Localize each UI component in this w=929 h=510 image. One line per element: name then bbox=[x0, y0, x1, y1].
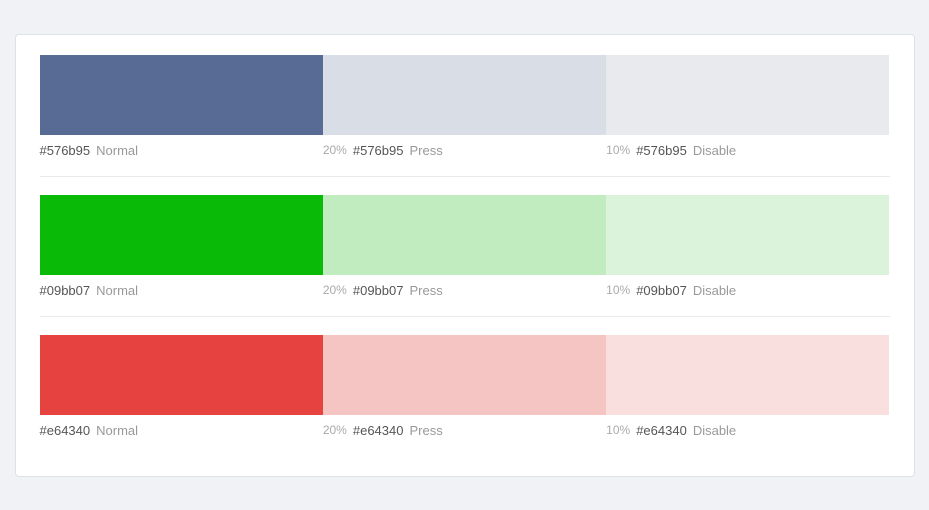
state-red-disable: Disable bbox=[693, 423, 736, 438]
swatches-red bbox=[40, 335, 890, 415]
label-group-red-normal: #e64340 Normal bbox=[40, 423, 323, 438]
label-group-green-disable: 10% #09bb07 Disable bbox=[606, 283, 889, 298]
hex-blue-normal: #576b95 bbox=[40, 143, 91, 158]
label-group-blue-normal: #576b95 Normal bbox=[40, 143, 323, 158]
swatches-green bbox=[40, 195, 890, 275]
labels-blue: #576b95 Normal 20% #576b95 Press 10% #57… bbox=[40, 143, 890, 158]
pct-green-press: 20% bbox=[323, 283, 347, 297]
swatch-red-disable bbox=[606, 335, 889, 415]
pct-red-disable: 10% bbox=[606, 423, 630, 437]
swatch-blue-disable bbox=[606, 55, 889, 135]
swatch-green-disable bbox=[606, 195, 889, 275]
state-red-normal: Normal bbox=[96, 423, 138, 438]
hex-green-press: #09bb07 bbox=[353, 283, 404, 298]
hex-green-normal: #09bb07 bbox=[40, 283, 91, 298]
state-red-press: Press bbox=[409, 423, 442, 438]
hex-red-normal: #e64340 bbox=[40, 423, 91, 438]
swatch-green-normal bbox=[40, 195, 323, 275]
swatch-blue-press bbox=[323, 55, 606, 135]
hex-red-disable: #e64340 bbox=[636, 423, 687, 438]
swatch-blue-normal bbox=[40, 55, 323, 135]
state-blue-press: Press bbox=[409, 143, 442, 158]
swatch-red-normal bbox=[40, 335, 323, 415]
label-group-blue-disable: 10% #576b95 Disable bbox=[606, 143, 889, 158]
hex-green-disable: #09bb07 bbox=[636, 283, 687, 298]
color-row-green: #09bb07 Normal 20% #09bb07 Press 10% #09… bbox=[40, 195, 890, 298]
color-row-blue: #576b95 Normal 20% #576b95 Press 10% #57… bbox=[40, 55, 890, 158]
labels-green: #09bb07 Normal 20% #09bb07 Press 10% #09… bbox=[40, 283, 890, 298]
label-group-green-press: 20% #09bb07 Press bbox=[323, 283, 606, 298]
swatch-green-press bbox=[323, 195, 606, 275]
label-group-green-normal: #09bb07 Normal bbox=[40, 283, 323, 298]
pct-blue-disable: 10% bbox=[606, 143, 630, 157]
labels-red: #e64340 Normal 20% #e64340 Press 10% #e6… bbox=[40, 423, 890, 438]
hex-red-press: #e64340 bbox=[353, 423, 404, 438]
divider-2 bbox=[40, 316, 890, 317]
state-green-normal: Normal bbox=[96, 283, 138, 298]
state-green-press: Press bbox=[409, 283, 442, 298]
state-blue-disable: Disable bbox=[693, 143, 736, 158]
label-group-red-press: 20% #e64340 Press bbox=[323, 423, 606, 438]
color-palette-container: #576b95 Normal 20% #576b95 Press 10% #57… bbox=[15, 34, 915, 477]
pct-blue-press: 20% bbox=[323, 143, 347, 157]
hex-blue-press: #576b95 bbox=[353, 143, 404, 158]
pct-red-press: 20% bbox=[323, 423, 347, 437]
state-green-disable: Disable bbox=[693, 283, 736, 298]
swatch-red-press bbox=[323, 335, 606, 415]
label-group-red-disable: 10% #e64340 Disable bbox=[606, 423, 889, 438]
label-group-blue-press: 20% #576b95 Press bbox=[323, 143, 606, 158]
state-blue-normal: Normal bbox=[96, 143, 138, 158]
divider-1 bbox=[40, 176, 890, 177]
color-row-red: #e64340 Normal 20% #e64340 Press 10% #e6… bbox=[40, 335, 890, 438]
hex-blue-disable: #576b95 bbox=[636, 143, 687, 158]
swatches-blue bbox=[40, 55, 890, 135]
pct-green-disable: 10% bbox=[606, 283, 630, 297]
